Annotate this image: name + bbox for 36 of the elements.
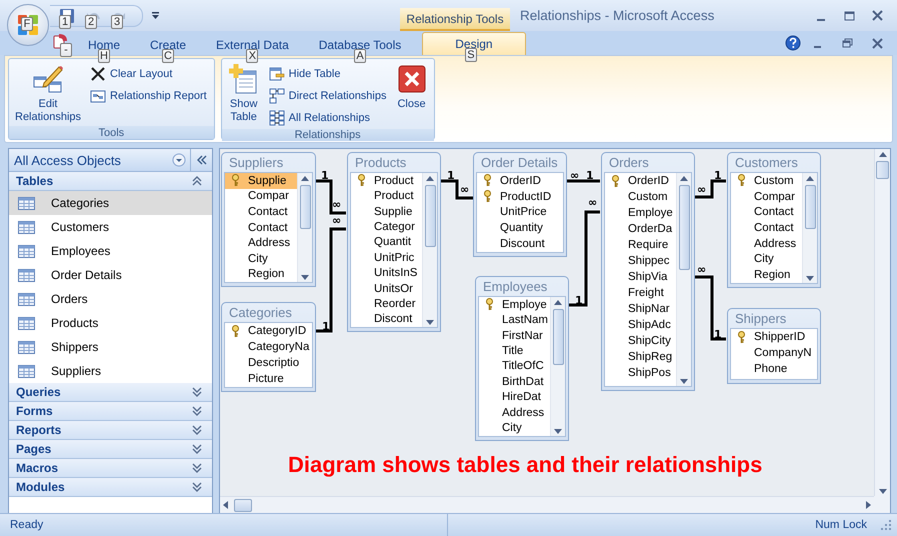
table-title: Customers (735, 155, 798, 170)
keytip-tooltip: 2 (85, 14, 97, 28)
keytip-tooltip: S (464, 48, 477, 62)
cardinality-label: 1 (321, 170, 329, 181)
cardinality-label: 1 (714, 170, 722, 181)
table-title: Orders (609, 155, 649, 170)
table-title: Products (355, 155, 406, 170)
cardinality-label: ∞ (460, 184, 470, 195)
keytip-tooltip: H (98, 49, 110, 63)
group-label: Tools (98, 126, 124, 138)
diagram-caption: Diagram shows tables and their relationships (288, 452, 762, 478)
window-title: Relationships - Microsoft Access (519, 7, 716, 25)
cardinality-label: ∞ (697, 184, 706, 195)
contextual-tab-header: Relationship Tools (400, 8, 510, 31)
cardinality-label: ∞ (332, 199, 342, 210)
cardinality-label: ∞ (697, 264, 706, 275)
keytip-tooltip: 3 (111, 14, 123, 28)
table-title: Categories (229, 305, 292, 320)
table-title: Employees (483, 279, 548, 294)
table-title: Shippers (735, 311, 786, 326)
cardinality-label: ∞ (588, 197, 598, 208)
status-indicator: Num Lock (815, 519, 868, 531)
table-title: Suppliers (229, 155, 284, 170)
keytip-tooltip: - (60, 43, 72, 57)
cardinality-label: 1 (586, 170, 594, 181)
cardinality-label: 1 (447, 170, 455, 181)
keytip-tooltip: C (162, 49, 174, 63)
keytip-tooltip: A (354, 49, 366, 63)
group-label: Relationships (294, 129, 361, 141)
status-message: Ready (10, 519, 44, 531)
keytip-tooltip: F (21, 17, 33, 31)
cardinality-label: ∞ (332, 215, 342, 226)
keytip-tooltip: X (246, 49, 258, 63)
table-title: Order Details (481, 155, 558, 170)
keytip-tooltip: 1 (59, 14, 71, 28)
cardinality-label: ∞ (570, 170, 580, 181)
